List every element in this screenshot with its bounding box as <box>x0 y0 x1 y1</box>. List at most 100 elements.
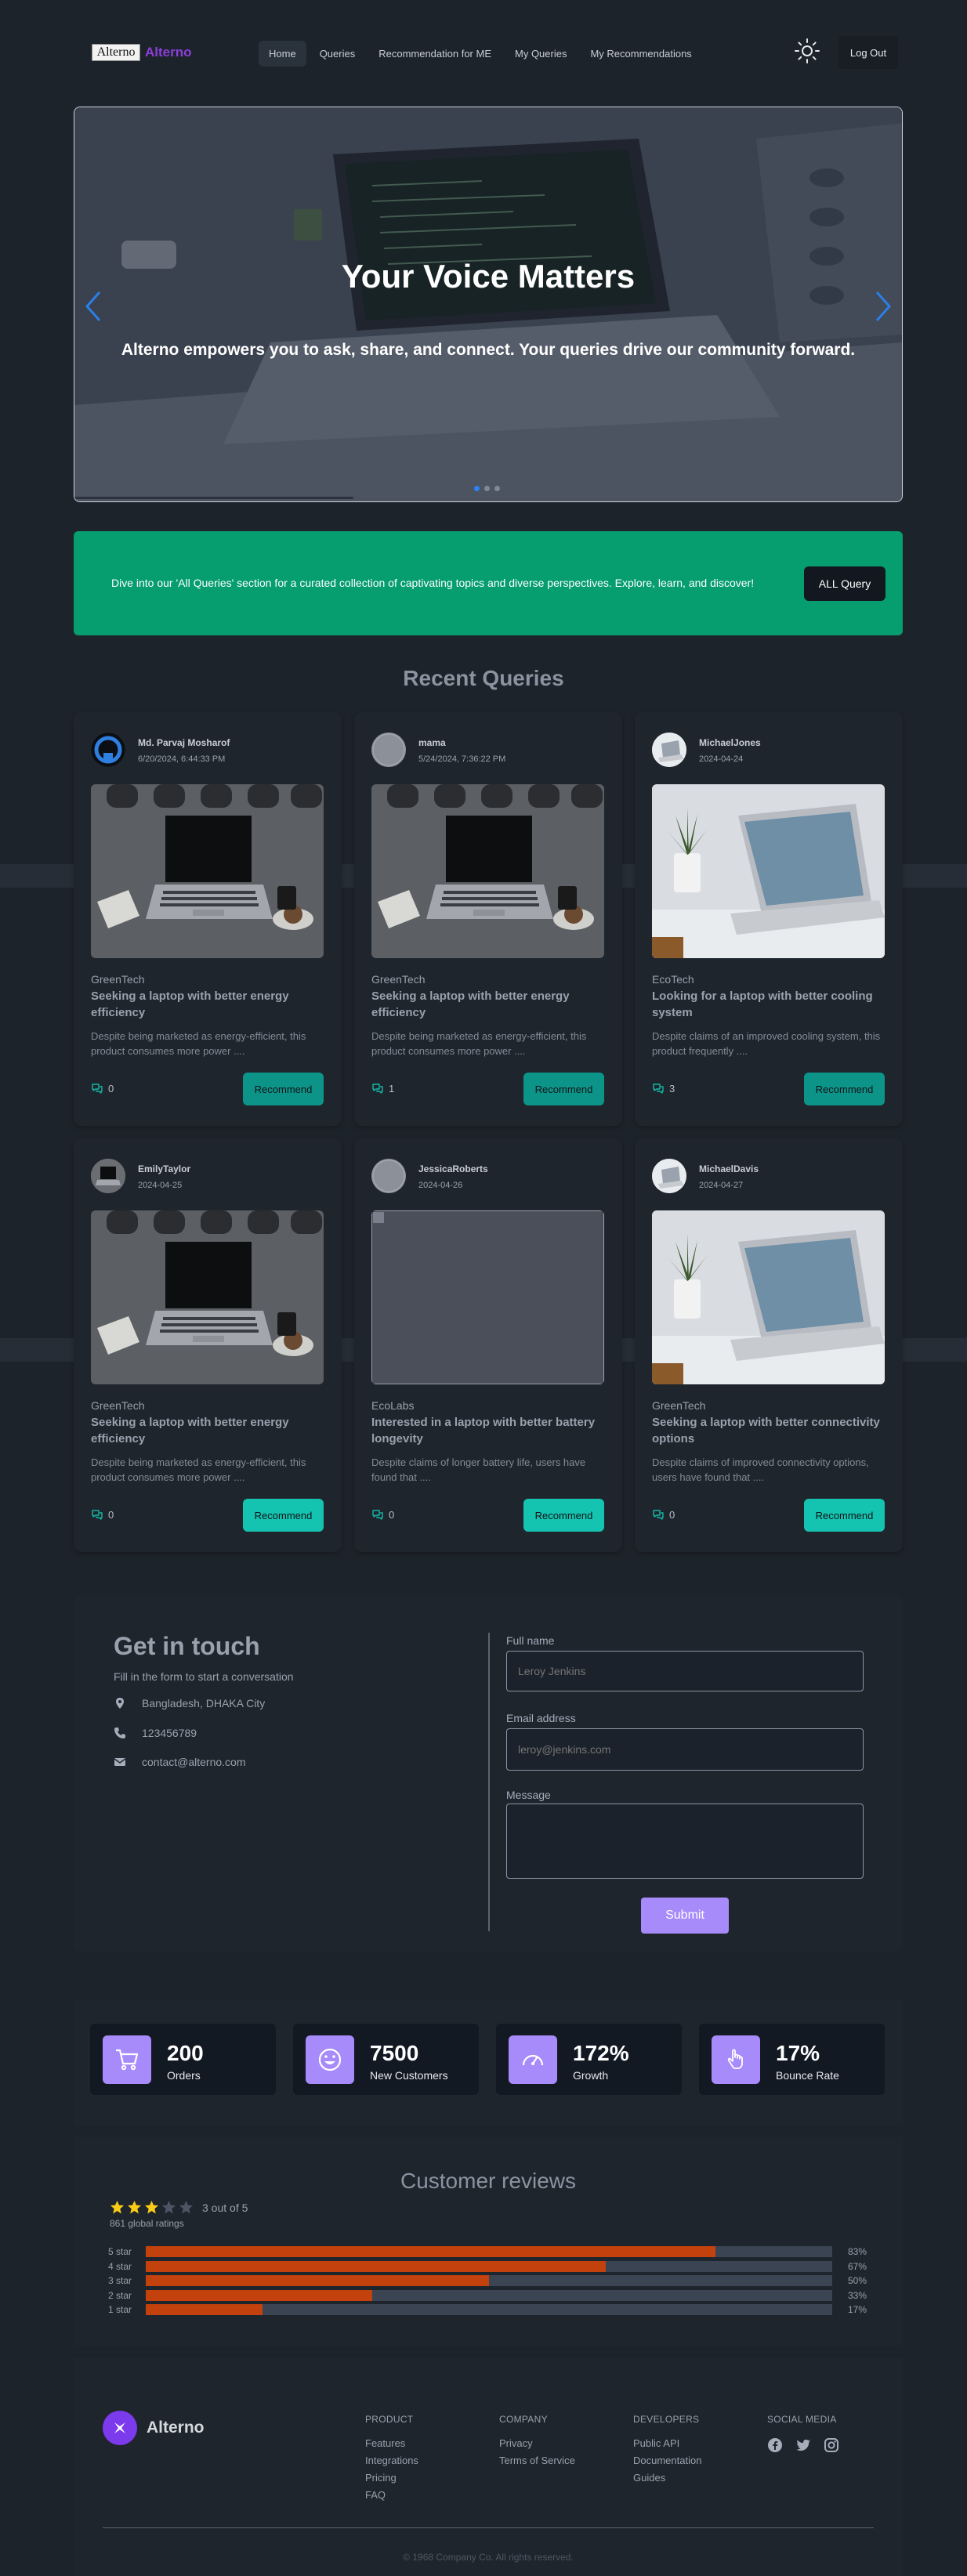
twitter-icon[interactable] <box>795 2437 811 2453</box>
pointer-icon <box>727 2049 743 2069</box>
nav-link-my-queries[interactable]: My Queries <box>505 41 577 67</box>
query-card[interactable]: mama 5/24/2024, 7:36:22 PM GreenTech Seekin… <box>354 712 622 1126</box>
recommendation-count-value: 0 <box>389 1508 395 1521</box>
card-product-image <box>652 784 885 958</box>
footer-link[interactable]: Features <box>365 2437 418 2449</box>
footer-link[interactable]: Privacy <box>499 2437 575 2449</box>
query-card[interactable]: MichaelJones 2024-04-24 EcoTech Looking for… <box>635 712 903 1126</box>
contact-phone: 123456789 <box>114 1727 197 1739</box>
card-user-name: EmilyTaylor <box>138 1163 191 1174</box>
query-card[interactable]: Md. Parvaj Mosharof 6/20/2024, 6:44:33 PM… <box>74 712 342 1126</box>
rating-bar-percent: 17% <box>848 2304 867 2315</box>
stat-label: Orders <box>167 2069 201 2082</box>
rating-bar-label: 3 star <box>108 2275 132 2286</box>
stat-label: Growth <box>573 2069 609 2082</box>
card-brand: GreenTech <box>371 973 426 986</box>
rating-bar-row: 4 star 67% <box>108 2260 868 2274</box>
contact-subtitle: Fill in the form to start a conversation <box>114 1670 294 1683</box>
stat-value: 172% <box>573 2041 629 2065</box>
rating-bar-fill <box>146 2246 716 2257</box>
banner-text: Dive into our 'All Queries' section for … <box>111 577 755 589</box>
nav-link-queries[interactable]: Queries <box>310 41 366 67</box>
card-title[interactable]: Seeking a laptop with better connectivit… <box>652 1414 885 1447</box>
card-title[interactable]: Seeking a laptop with better energy effi… <box>371 988 604 1021</box>
rating-bar-percent: 33% <box>848 2289 867 2301</box>
footer-heading: DEVELOPERS <box>633 2414 700 2425</box>
rating-bar-track <box>146 2275 832 2286</box>
footer-link[interactable]: Public API <box>633 2437 701 2449</box>
card-user-name: MichaelDavis <box>699 1163 759 1174</box>
rating-bar-row: 1 star 17% <box>108 2303 868 2317</box>
all-query-button[interactable]: ALL Query <box>804 566 886 601</box>
card-title[interactable]: Seeking a laptop with better energy effi… <box>91 1414 324 1447</box>
avatar <box>652 733 686 767</box>
comments-icon <box>92 1510 103 1520</box>
card-description: Despite claims of an improved cooling sy… <box>652 1030 881 1057</box>
recommend-button[interactable]: Recommend <box>804 1499 885 1532</box>
sun-icon[interactable] <box>794 38 820 64</box>
facebook-icon[interactable] <box>767 2437 783 2453</box>
instagram-icon[interactable] <box>824 2437 839 2453</box>
recommend-button[interactable]: Recommend <box>523 1073 604 1105</box>
rating-bar-track <box>146 2260 832 2272</box>
query-card[interactable]: MichaelDavis 2024-04-27 GreenTech Seeking a… <box>635 1138 903 1552</box>
logo[interactable]: Alterno Alterno <box>92 44 192 61</box>
query-card[interactable]: JessicaRoberts 2024-04-26 EcoLabs Intereste… <box>354 1138 622 1552</box>
carousel-dot[interactable] <box>474 486 480 491</box>
card-product-image <box>91 1210 324 1384</box>
card-brand: GreenTech <box>91 973 145 986</box>
nav-link-recommendation-for-me[interactable]: Recommendation for ME <box>368 41 502 67</box>
card-description: Despite claims of longer battery life, u… <box>371 1456 586 1483</box>
footer-divider <box>103 2527 874 2528</box>
avatar <box>91 733 125 767</box>
query-card[interactable]: EmilyTaylor 2024-04-25 GreenTech Seeking a … <box>74 1138 342 1552</box>
footer-link[interactable]: Pricing <box>365 2472 418 2484</box>
rating-bar-fill <box>146 2275 489 2286</box>
comments-icon <box>372 1084 383 1094</box>
email-address-label: Email address <box>506 1712 576 1724</box>
chevron-right-icon[interactable] <box>872 289 894 324</box>
card-user-name: mama <box>418 737 446 748</box>
full-name-input[interactable] <box>506 1651 864 1691</box>
email-address-input[interactable] <box>506 1728 864 1771</box>
contact-section: Get in touch Fill in the form to start a… <box>74 1595 903 1952</box>
location-pin-icon <box>116 1698 124 1709</box>
stat-value: 200 <box>167 2041 204 2065</box>
footer-link[interactable]: FAQ <box>365 2489 418 2501</box>
recommend-button[interactable]: Recommend <box>243 1073 324 1105</box>
recommend-button[interactable]: Recommend <box>523 1499 604 1532</box>
recommendation-count-value: 3 <box>669 1082 675 1094</box>
nav-link-my-recommendations[interactable]: My Recommendations <box>580 41 701 67</box>
logout-button[interactable]: Log Out <box>838 36 898 69</box>
chevron-left-icon[interactable] <box>82 289 104 324</box>
recommend-button[interactable]: Recommend <box>804 1073 885 1105</box>
footer-column-social: SOCIAL MEDIA <box>767 2414 839 2453</box>
card-title[interactable]: Seeking a laptop with better energy effi… <box>91 988 324 1021</box>
recommendation-count-value: 1 <box>389 1082 395 1094</box>
footer-logo[interactable]: Alterno <box>103 2411 205 2445</box>
recommend-button[interactable]: Recommend <box>243 1499 324 1532</box>
card-title[interactable]: Interested in a laptop with better batte… <box>371 1414 604 1447</box>
footer-column-product: PRODUCT Features Integrations Pricing FA… <box>365 2414 418 2506</box>
carousel-dot[interactable] <box>494 486 500 491</box>
submit-button[interactable]: Submit <box>641 1898 729 1934</box>
reviews-title: Customer reviews <box>400 2169 577 2193</box>
footer-column-developers: DEVELOPERS Public API Documentation Guid… <box>633 2414 701 2489</box>
card-title[interactable]: Looking for a laptop with better cooling… <box>652 988 885 1021</box>
recommendation-count-value: 0 <box>108 1508 114 1521</box>
message-textarea[interactable] <box>506 1804 864 1879</box>
comments-icon <box>653 1510 664 1520</box>
star-empty-icon <box>179 2200 194 2214</box>
card-product-image <box>91 784 324 958</box>
card-date: 2024-04-26 <box>418 1181 463 1190</box>
nav-link-home[interactable]: Home <box>259 41 306 67</box>
footer-link[interactable]: Documentation <box>633 2455 701 2466</box>
carousel-dot[interactable] <box>484 486 490 491</box>
contact-divider <box>488 1633 490 1931</box>
comments-icon <box>653 1084 664 1094</box>
recommendation-count: 0 <box>91 1082 114 1094</box>
logo-text: Alterno <box>145 45 192 60</box>
footer-link[interactable]: Integrations <box>365 2455 418 2466</box>
footer-link[interactable]: Guides <box>633 2472 701 2484</box>
footer-link[interactable]: Terms of Service <box>499 2455 575 2466</box>
